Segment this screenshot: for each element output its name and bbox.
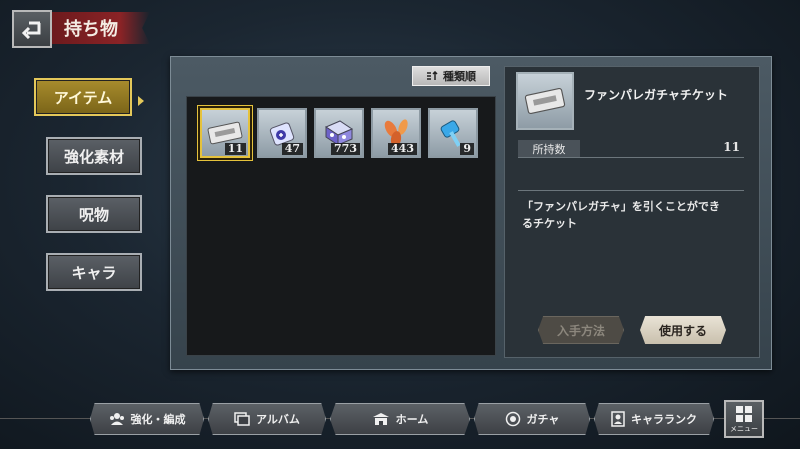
item-slot-potion[interactable]: 47: [257, 108, 307, 158]
nav-label: キャラランク: [631, 413, 697, 426]
home-icon: [372, 413, 389, 425]
album-icon: [234, 412, 250, 426]
sort-button[interactable]: 種類順: [412, 66, 490, 86]
grid-menu-icon: [736, 405, 752, 422]
party-icon: [109, 413, 124, 425]
tab-characters[interactable]: キャラ: [46, 253, 142, 291]
item-slot-leaves[interactable]: 443: [371, 108, 421, 158]
tab-items[interactable]: アイテム: [34, 78, 132, 116]
sort-icon: [427, 71, 438, 80]
nav-album[interactable]: アルバム: [208, 403, 326, 435]
how-to-get-button[interactable]: 入手方法: [538, 316, 624, 344]
owned-value: 11: [723, 140, 740, 154]
nav-label: アルバム: [256, 413, 300, 426]
back-arrow-icon: [21, 21, 41, 39]
detail-item-icon: [516, 72, 574, 130]
gacha-icon: [505, 411, 520, 427]
owned-count-row: 所持数 11: [518, 140, 744, 158]
item-count: 443: [388, 143, 417, 155]
character-rank-icon: [611, 411, 625, 427]
page-title: 持ち物: [52, 12, 150, 44]
menu-label: メニュー: [730, 424, 758, 433]
nav-label: 強化・編成: [130, 413, 186, 426]
item-description: 「ファンパレガチャ」を引くことができ るチケット: [522, 198, 750, 232]
item-slot-ticket[interactable]: 11: [200, 108, 250, 158]
item-count: 9: [460, 143, 474, 155]
nav-label: ホーム: [395, 413, 429, 426]
ticket-icon: [524, 87, 566, 115]
item-slot-crystal[interactable]: 773: [314, 108, 364, 158]
description-line: 「ファンパレガチャ」を引くことができ: [522, 200, 720, 213]
tab-cursed-objects[interactable]: 呪物: [46, 195, 142, 233]
sort-label: 種類順: [443, 70, 476, 83]
tab-enhance-materials[interactable]: 強化素材: [46, 137, 142, 175]
active-tab-arrow-icon: [138, 96, 144, 106]
nav-label: ガチャ: [526, 413, 560, 426]
menu-button[interactable]: メニュー: [724, 400, 764, 438]
description-line: るチケット: [522, 217, 577, 230]
item-count: 47: [281, 143, 303, 155]
item-slot-hammer[interactable]: 9: [428, 108, 478, 158]
use-button[interactable]: 使用する: [640, 316, 726, 344]
nav-gacha[interactable]: ガチャ: [474, 403, 590, 435]
nav-enhance-formation[interactable]: 強化・編成: [90, 403, 204, 435]
nav-home[interactable]: ホーム: [330, 403, 470, 435]
back-button[interactable]: [12, 10, 52, 48]
item-count: 11: [224, 143, 246, 155]
detail-divider: [518, 190, 744, 191]
nav-character-rank[interactable]: キャラランク: [594, 403, 714, 435]
owned-label: 所持数: [518, 140, 580, 157]
item-count: 773: [331, 143, 360, 155]
detail-item-name: ファンパレガチャチケット: [584, 88, 728, 102]
